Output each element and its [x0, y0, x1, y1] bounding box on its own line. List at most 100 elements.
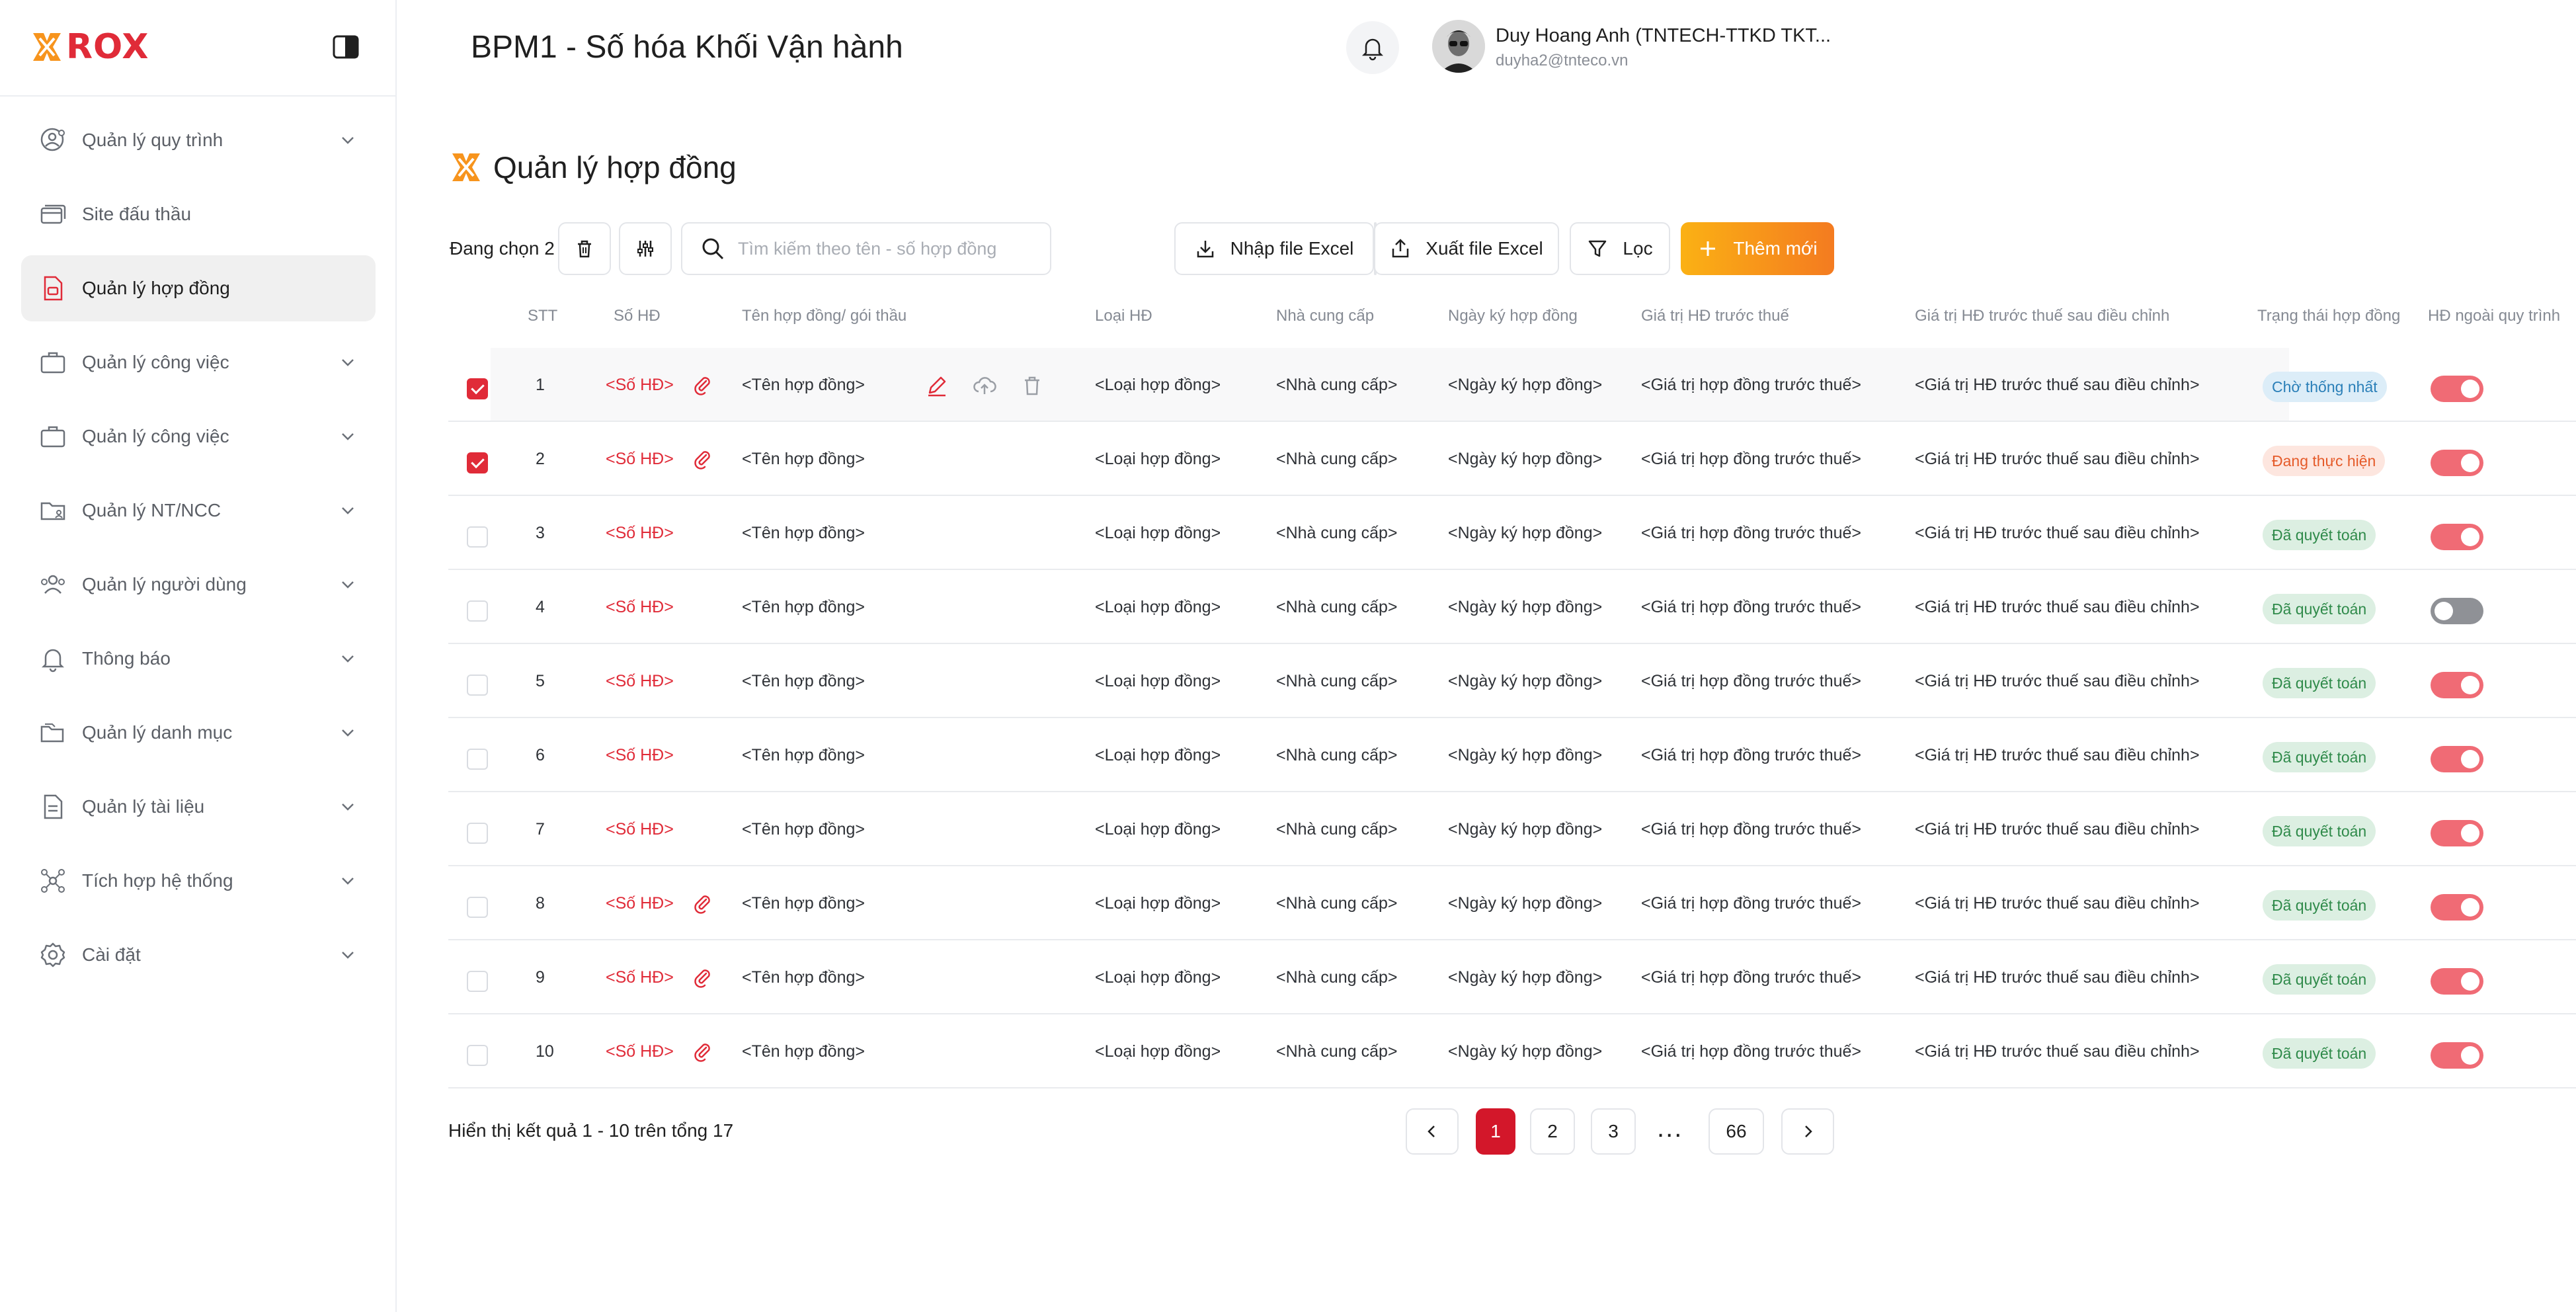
prev-page-button[interactable] [1406, 1108, 1459, 1155]
cell-gia-tri-dieu-chinh: <Giá trị HĐ trước thuế sau điều chỉnh> [1915, 524, 2200, 542]
avatar[interactable] [1432, 20, 1485, 73]
brand-name: ROX [66, 27, 149, 67]
row-checkbox[interactable] [467, 971, 488, 992]
table-row[interactable]: 7 <Số HĐ> <Tên hợp đồng> <Loại hợp đồng> <Nh… [448, 792, 2576, 866]
sidebar-collapse-icon[interactable] [331, 32, 361, 62]
notification-button[interactable] [1346, 21, 1399, 74]
cell-so-hd[interactable]: <Số HĐ> [606, 450, 674, 469]
page-button-3[interactable]: 3 [1591, 1108, 1636, 1155]
brand-logo[interactable]: ROX [29, 26, 149, 67]
sidebar-item-quan-ly-danh-muc[interactable]: Quản lý danh mục [21, 700, 376, 766]
out-of-process-toggle[interactable] [2431, 746, 2483, 772]
column-header-loai-hd: Loại HĐ [1095, 307, 1152, 325]
sidebar-item-tich-hop-he-thong[interactable]: Tích hợp hệ thống [21, 848, 376, 914]
out-of-process-toggle[interactable] [2431, 524, 2483, 550]
delete-selected-button[interactable] [558, 222, 611, 275]
sidebar-item-quan-ly-tai-lieu[interactable]: Quản lý tài liệu [21, 774, 376, 840]
export-excel-button[interactable]: Xuất file Excel [1374, 222, 1559, 275]
out-of-process-toggle[interactable] [2431, 672, 2483, 698]
cloud-upload-icon[interactable] [972, 373, 997, 398]
add-new-button[interactable]: Thêm mới [1681, 222, 1834, 275]
table-row[interactable]: 4 <Số HĐ> <Tên hợp đồng> <Loại hợp đồng> <Nh… [448, 570, 2576, 644]
page-button-1[interactable]: 1 [1476, 1108, 1515, 1155]
cell-so-hd[interactable]: <Số HĐ> [606, 376, 674, 395]
row-checkbox[interactable] [467, 452, 488, 473]
column-settings-button[interactable] [619, 222, 672, 275]
pagination-ellipsis: ... [1657, 1114, 1683, 1143]
out-of-process-toggle[interactable] [2431, 450, 2483, 476]
table-row[interactable]: 5 <Số HĐ> <Tên hợp đồng> <Loại hợp đồng> <Nh… [448, 644, 2576, 718]
cell-so-hd[interactable]: <Số HĐ> [606, 746, 674, 765]
sidebar-item-thong-bao[interactable]: Thông báo [21, 626, 376, 692]
row-checkbox[interactable] [467, 897, 488, 918]
out-of-process-toggle[interactable] [2431, 598, 2483, 624]
row-checkbox[interactable] [467, 749, 488, 770]
paperclip-icon[interactable] [692, 1041, 713, 1062]
page-button-2[interactable]: 2 [1530, 1108, 1575, 1155]
sidebar-item-site-dau-thau[interactable]: Site đấu thầu [21, 181, 376, 247]
sidebar-item-quan-ly-quy-trinh[interactable]: Quản lý quy trình [21, 107, 376, 173]
out-of-process-toggle[interactable] [2431, 376, 2483, 402]
paperclip-icon[interactable] [692, 893, 713, 914]
import-excel-label: Nhập file Excel [1230, 238, 1354, 259]
cell-so-hd[interactable]: <Số HĐ> [606, 894, 674, 913]
paperclip-icon[interactable] [692, 967, 713, 988]
out-of-process-toggle[interactable] [2431, 1042, 2483, 1069]
filter-icon [1589, 240, 1607, 257]
sidebar-item-label: Quản lý danh mục [82, 722, 233, 743]
cell-so-hd[interactable]: <Số HĐ> [606, 524, 674, 543]
paperclip-icon[interactable] [692, 448, 713, 470]
sidebar-item-quan-ly-nt-ncc[interactable]: Quản lý NT/NCC [21, 477, 376, 544]
cell-ten-hop-dong: <Tên hợp đồng> [742, 820, 865, 839]
cell-ngay-ky: <Ngày ký hợp đồng> [1448, 1042, 1603, 1061]
cell-ngay-ky: <Ngày ký hợp đồng> [1448, 968, 1603, 987]
cell-so-hd[interactable]: <Số HĐ> [606, 1042, 674, 1061]
table-row[interactable]: 9 <Số HĐ> <Tên hợp đồng> <Loại hợp đồng> <Nh… [448, 940, 2576, 1014]
cell-stt: 9 [536, 968, 545, 987]
table-row[interactable]: 8 <Số HĐ> <Tên hợp đồng> <Loại hợp đồng> <Nh… [448, 866, 2576, 940]
sidebar-item-cai-dat[interactable]: Cài đặt [21, 922, 376, 988]
cell-so-hd[interactable]: <Số HĐ> [606, 598, 674, 617]
cell-loai-hd: <Loại hợp đồng> [1095, 524, 1221, 542]
page-button-66[interactable]: 66 [1709, 1108, 1764, 1155]
sidebar-item-quan-ly-nguoi-dung[interactable]: Quản lý người dùng [21, 552, 376, 618]
status-badge: Đã quyết toán [2263, 668, 2376, 698]
paperclip-icon[interactable] [692, 374, 713, 395]
out-of-process-toggle[interactable] [2431, 894, 2483, 921]
sidebar-item-quan-ly-cong-viec[interactable]: Quản lý công việc [21, 329, 376, 395]
edit-icon[interactable] [924, 373, 949, 398]
row-checkbox[interactable] [467, 675, 488, 696]
plus-icon [1701, 241, 1716, 256]
user-name[interactable]: Duy Hoang Anh (TNTECH-TTKD TKT... [1496, 25, 1831, 47]
sidebar-item-quan-ly-hop-dong[interactable]: Quản lý hợp đồng [21, 255, 376, 321]
next-page-button[interactable] [1781, 1108, 1834, 1155]
search-input[interactable] [738, 238, 1029, 259]
table-row[interactable]: 6 <Số HĐ> <Tên hợp đồng> <Loại hợp đồng> <Nh… [448, 718, 2576, 792]
filter-button[interactable]: Lọc [1570, 222, 1670, 275]
row-checkbox[interactable] [467, 600, 488, 622]
row-checkbox[interactable] [467, 1045, 488, 1066]
sidebar-divider [0, 95, 397, 97]
cell-so-hd[interactable]: <Số HĐ> [606, 968, 674, 987]
row-checkbox[interactable] [467, 823, 488, 844]
table-row[interactable]: 2 <Số HĐ> <Tên hợp đồng> <Loại hợp đồng> <Nh… [448, 422, 2576, 496]
out-of-process-toggle[interactable] [2431, 968, 2483, 995]
row-checkbox[interactable] [467, 526, 488, 548]
table-row[interactable]: 3 <Số HĐ> <Tên hợp đồng> <Loại hợp đồng> <Nh… [448, 496, 2576, 570]
table-row[interactable]: 10 <Số HĐ> <Tên hợp đồng> <Loại hợp đồng> <N… [448, 1014, 2576, 1088]
column-header-so-hd: Số HĐ [614, 307, 661, 325]
cell-gia-tri-dieu-chinh: <Giá trị HĐ trước thuế sau điều chỉnh> [1915, 1042, 2200, 1061]
table-body: 1 <Số HĐ> <Tên hợp đồng> <Loại hợp đồng> <Nh… [448, 348, 2576, 1088]
import-excel-button[interactable]: Nhập file Excel [1174, 222, 1374, 275]
briefcase-icon [38, 348, 67, 377]
cell-so-hd[interactable]: <Số HĐ> [606, 672, 674, 691]
sidebar-item-quan-ly-cong-viec-2[interactable]: Quản lý công việc [21, 403, 376, 470]
cell-so-hd[interactable]: <Số HĐ> [606, 820, 674, 839]
row-checkbox[interactable] [467, 378, 488, 399]
cell-gia-tri: <Giá trị hợp đồng trước thuế> [1641, 376, 1862, 394]
folder-user-icon [38, 496, 67, 525]
cell-ten-hop-dong: <Tên hợp đồng> [742, 376, 865, 394]
trash-icon[interactable] [1020, 373, 1045, 398]
table-row[interactable]: 1 <Số HĐ> <Tên hợp đồng> <Loại hợp đồng> <Nh… [448, 348, 2576, 422]
out-of-process-toggle[interactable] [2431, 820, 2483, 846]
